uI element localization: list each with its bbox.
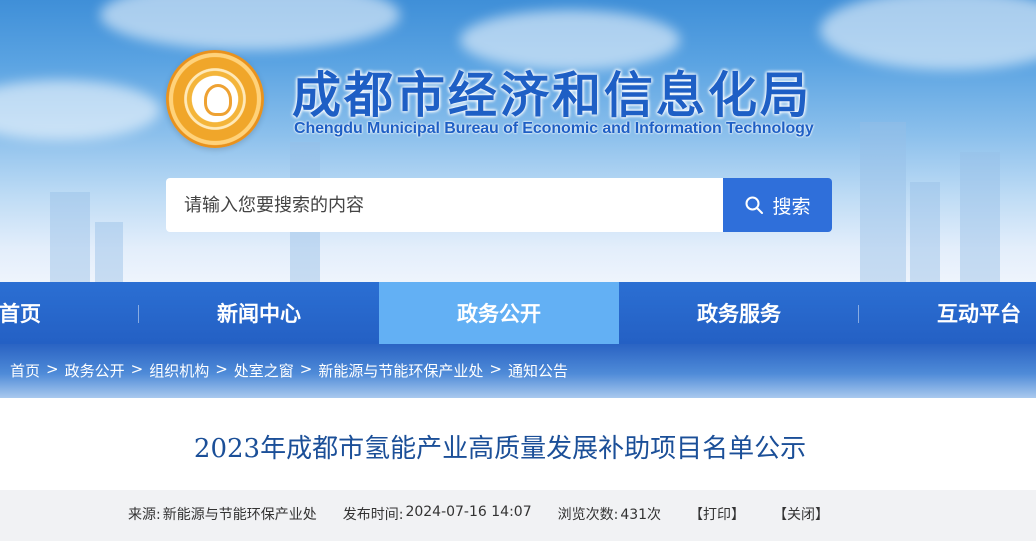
close-button[interactable]: 【关闭】 (773, 504, 829, 524)
nav-item-interaction[interactable]: 互动平台 (859, 282, 1036, 344)
breadcrumb-organization[interactable]: 组织机构 (149, 360, 209, 381)
print-button[interactable]: 【打印】 (689, 504, 745, 524)
main-nav: 首页 新闻中心 政务公开 政务服务 互动平台 (0, 282, 1036, 344)
cloud-decoration (0, 80, 160, 140)
skyline-decoration (95, 222, 123, 282)
nav-item-gov-services[interactable]: 政务服务 (619, 282, 859, 344)
breadcrumb-notices[interactable]: 通知公告 (508, 360, 568, 381)
article-title: 2023年成都市氢能产业高质量发展补助项目名单公示 (193, 434, 807, 464)
source-value: 新能源与节能环保产业处 (162, 507, 317, 523)
cloud-decoration (100, 0, 400, 50)
search-box (166, 178, 726, 232)
source-label: 来源: (128, 507, 161, 523)
nav-item-news[interactable]: 新闻中心 (139, 282, 379, 344)
logo-bird-icon (204, 84, 232, 116)
search-input[interactable] (166, 178, 726, 232)
skyline-decoration (50, 192, 90, 282)
breadcrumb-separator: > (489, 360, 502, 378)
skyline-decoration (910, 182, 940, 282)
publish-time-label: 发布时间: (342, 507, 404, 523)
breadcrumb-home[interactable]: 首页 (10, 360, 40, 381)
article-meta: 来源: 新能源与节能环保产业处 发布时间: 2024-07-16 14:07 浏… (128, 504, 829, 524)
logo-icon[interactable] (166, 50, 264, 148)
search-button-label: 搜索 (772, 195, 811, 218)
site-title: 成都市经济和信息化局 (292, 67, 813, 124)
search-button[interactable]: 搜索 (723, 178, 832, 232)
skyline-decoration (860, 122, 906, 282)
skyline-decoration (960, 152, 1000, 282)
header-banner: 成都市经济和信息化局 Chengdu Municipal Bureau of E… (0, 0, 1036, 282)
view-count-label: 浏览次数: (557, 507, 619, 523)
breadcrumb-separator: > (46, 360, 59, 378)
site-title-english: Chengdu Municipal Bureau of Economic and… (294, 120, 814, 137)
search-icon (745, 196, 764, 214)
nav-item-home[interactable]: 首页 (0, 282, 60, 344)
nav-item-gov-affairs[interactable]: 政务公开 (379, 282, 619, 344)
publish-time-value: 2024-07-16 14:07 (405, 504, 532, 520)
breadcrumb-departments[interactable]: 处室之窗 (234, 360, 294, 381)
cloud-decoration (820, 0, 1036, 70)
breadcrumb-bar: 首页 > 政务公开 > 组织机构 > 处室之窗 > 新能源与节能环保产业处 > … (0, 344, 1036, 398)
view-count-value: 431次 (620, 507, 662, 523)
breadcrumb-separator: > (215, 360, 228, 378)
breadcrumb-separator: > (130, 360, 144, 378)
breadcrumb-new-energy-division[interactable]: 新能源与节能环保产业处 (318, 360, 483, 381)
breadcrumb-separator: > (299, 360, 313, 378)
breadcrumb: 首页 > 政务公开 > 组织机构 > 处室之窗 > 新能源与节能环保产业处 > … (10, 360, 568, 381)
article-meta-bar: 来源: 新能源与节能环保产业处 发布时间: 2024-07-16 14:07 浏… (0, 490, 1036, 541)
breadcrumb-gov-affairs[interactable]: 政务公开 (65, 360, 125, 381)
